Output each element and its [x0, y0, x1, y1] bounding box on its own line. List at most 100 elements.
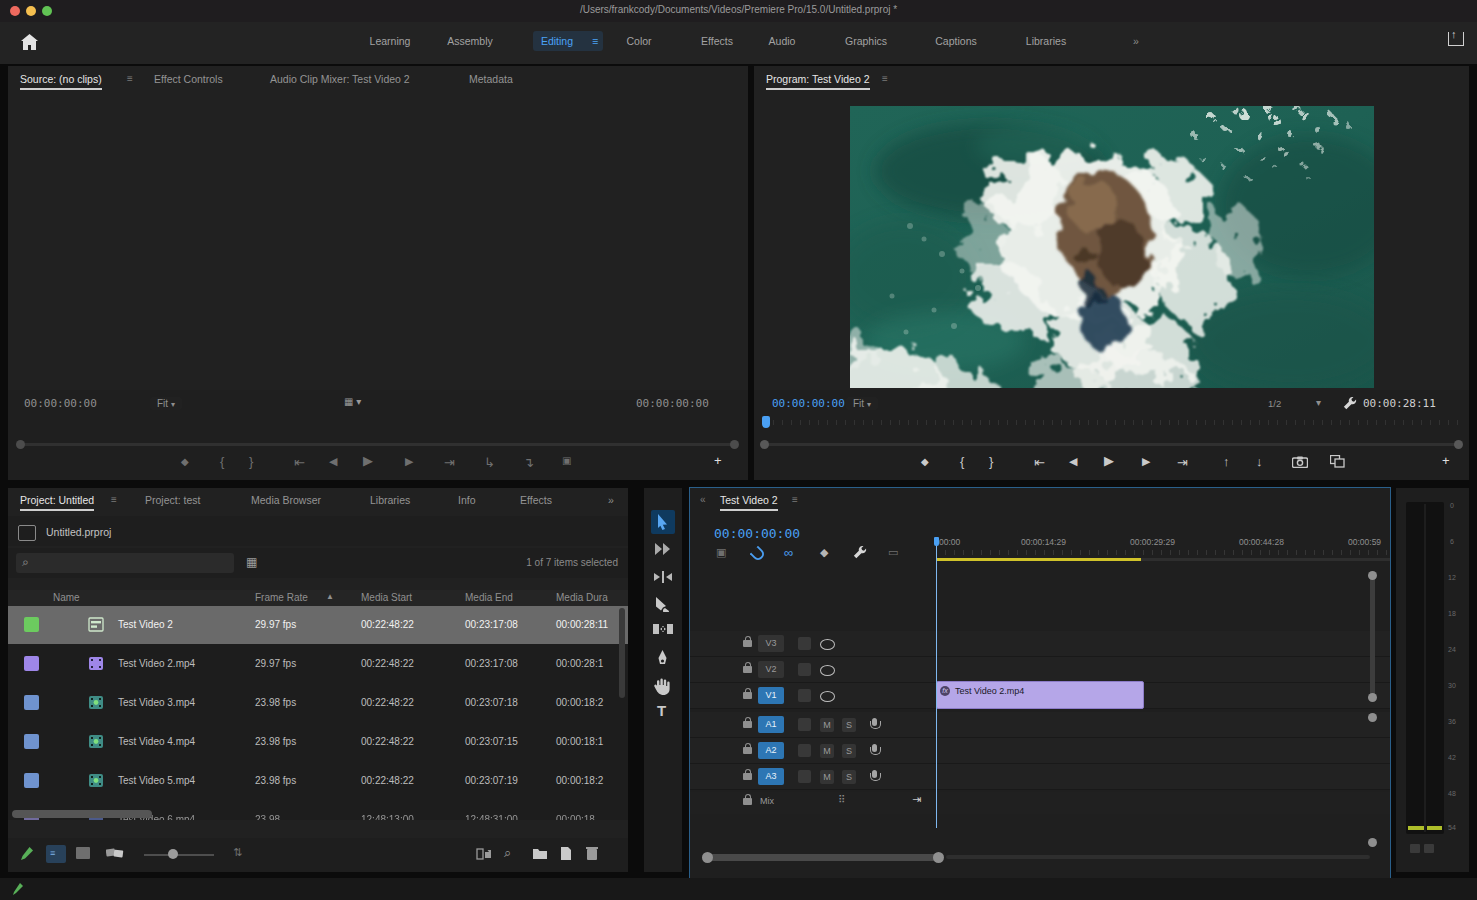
type-tool[interactable]: T: [657, 702, 666, 719]
program-mark-out-button[interactable]: }: [989, 454, 993, 469]
timeline-vscroll-handle-top[interactable]: [1368, 571, 1377, 580]
source-resolution-select[interactable]: ▦ ▾: [344, 396, 361, 407]
workspace-tab-graphics[interactable]: Graphics: [845, 35, 887, 47]
bin-path[interactable]: Untitled.prproj: [46, 526, 111, 538]
slip-tool[interactable]: [651, 622, 675, 636]
source-add-marker-button[interactable]: ◆: [181, 456, 189, 467]
a3-lock-icon[interactable]: [743, 773, 752, 780]
media-row[interactable]: Test Video 2.mp4 29.97 fps 00:22:48:22 0…: [8, 645, 628, 683]
source-zoom-handle-right[interactable]: [730, 440, 739, 449]
column-media-start[interactable]: Media Start: [361, 592, 412, 603]
project-tabs-overflow-icon[interactable]: »: [608, 494, 614, 506]
source-insert-button[interactable]: ↳: [484, 455, 495, 470]
a1-lock-icon[interactable]: [743, 721, 752, 728]
audio-track-a2-lane[interactable]: [690, 738, 1390, 764]
program-add-marker-button[interactable]: ◆: [921, 456, 929, 467]
a2-lock-icon[interactable]: [743, 747, 752, 754]
automate-to-sequence-button[interactable]: [476, 847, 492, 861]
a1-target-button[interactable]: A1: [758, 716, 784, 733]
media-row[interactable]: Test Video 5.mp4 23.98 fps 00:22:48:22 0…: [8, 762, 628, 800]
tab-audio-clip-mixer[interactable]: Audio Clip Mixer: Test Video 2: [270, 73, 410, 85]
ripple-edit-tool[interactable]: [653, 569, 673, 585]
column-media-duration[interactable]: Media Dura: [556, 592, 608, 603]
workspace-tab-libraries[interactable]: Libraries: [1026, 35, 1066, 47]
source-button-editor[interactable]: +: [714, 453, 722, 468]
source-step-forward-button[interactable]: ▶: [405, 455, 413, 468]
program-playhead-marker[interactable]: [762, 416, 770, 428]
go-to-end-icon[interactable]: ⇥: [912, 793, 921, 806]
timeline-vscroll-handle-bottom[interactable]: [1368, 693, 1377, 702]
program-mark-in-button[interactable]: {: [960, 454, 964, 469]
a3-solo-button[interactable]: S: [842, 770, 856, 784]
tab-program[interactable]: Program: Test Video 2: [766, 73, 870, 90]
v2-target-button[interactable]: V2: [758, 661, 784, 678]
sort-ascending-icon[interactable]: ▲: [326, 592, 334, 601]
sort-icons-button[interactable]: ⇅: [233, 846, 242, 859]
source-play-button[interactable]: ▶: [363, 453, 373, 468]
program-go-to-out-button[interactable]: ⇥: [1177, 455, 1188, 470]
source-export-frame-button[interactable]: ▣: [562, 455, 571, 466]
program-extract-button[interactable]: ↓: [1256, 454, 1263, 469]
program-zoom-handle-right[interactable]: [1454, 440, 1463, 449]
audio-track-a3-lane[interactable]: [690, 764, 1390, 790]
source-zoom-select[interactable]: Fit ▾: [150, 397, 182, 410]
hand-tool[interactable]: [653, 678, 671, 695]
tab-info[interactable]: Info: [458, 494, 476, 506]
source-go-to-in-button[interactable]: ⇤: [294, 455, 305, 470]
a3-target-button[interactable]: A3: [758, 768, 784, 785]
timeline-panel-menu-icon[interactable]: ≡: [792, 494, 798, 505]
program-step-back-button[interactable]: ◀: [1069, 455, 1077, 468]
program-lift-button[interactable]: ↑: [1223, 454, 1230, 469]
workspace-tab-captions[interactable]: Captions: [935, 35, 976, 47]
workspace-tab-audio[interactable]: Audio: [769, 35, 796, 47]
program-position-timecode[interactable]: 00:00:00:00: [772, 397, 845, 410]
tab-project-untitled[interactable]: Project: Untitled: [20, 494, 94, 511]
label-chip[interactable]: [24, 656, 39, 671]
v2-toggle-output-icon[interactable]: [820, 665, 835, 676]
source-mark-in-button[interactable]: {: [220, 454, 224, 469]
a1-mute-button[interactable]: M: [820, 718, 834, 732]
program-resolution-select[interactable]: 1/2: [1268, 398, 1281, 409]
snap-toggle[interactable]: [750, 546, 767, 563]
master-meter-icon[interactable]: ⠿: [838, 794, 845, 805]
tab-source[interactable]: Source: (no clips): [20, 73, 102, 90]
label-chip[interactable]: [24, 773, 39, 788]
video-track-v2-lane[interactable]: [690, 657, 1390, 683]
timeline-clip[interactable]: fx Test Video 2.mp4: [936, 681, 1144, 709]
project-writable-icon[interactable]: [20, 846, 34, 862]
program-button-editor[interactable]: +: [1442, 453, 1450, 468]
video-track-v3-lane[interactable]: [690, 631, 1390, 657]
a3-sync-lock[interactable]: [798, 770, 811, 783]
tab-timeline-sequence[interactable]: Test Video 2: [720, 494, 778, 511]
captions-toggle[interactable]: ▭: [888, 546, 898, 559]
media-row[interactable]: Test Video 4.mp4 23.98 fps 00:22:48:22 0…: [8, 723, 628, 761]
media-row[interactable]: Test Video 3.mp4 23.98 fps 00:22:48:22 0…: [8, 684, 628, 722]
new-bin-button[interactable]: [532, 847, 548, 860]
program-resolution-dropdown-icon[interactable]: ▾: [1316, 397, 1321, 408]
project-list-vscrollbar[interactable]: [619, 608, 625, 698]
a1-solo-button[interactable]: S: [842, 718, 856, 732]
find-button[interactable]: ⌕: [504, 845, 511, 861]
timeline-vscroll-handle-audio[interactable]: [1368, 713, 1377, 722]
search-input[interactable]: ⌕: [16, 553, 234, 573]
add-marker-button[interactable]: ◆: [820, 546, 828, 559]
timeline-hscroll-track[interactable]: [946, 855, 1370, 859]
home-icon[interactable]: [21, 34, 38, 50]
media-row-selected[interactable]: Test Video 2 29.97 fps 00:22:48:22 00:23…: [8, 606, 628, 644]
timeline-ruler[interactable]: 00:00 00:00:14:29 00:00:29:29 00:00:44:2…: [936, 534, 1390, 556]
master-track-lane[interactable]: [690, 792, 1390, 814]
program-panel-menu-icon[interactable]: ≡: [882, 73, 888, 84]
v1-lock-icon[interactable]: [743, 692, 752, 699]
column-frame-rate[interactable]: Frame Rate: [255, 592, 308, 603]
a3-voiceover-icon[interactable]: [872, 770, 877, 778]
source-position-timecode[interactable]: 00:00:00:00: [24, 397, 97, 410]
label-chip[interactable]: [24, 695, 39, 710]
program-zoom-select[interactable]: Fit ▾: [846, 397, 878, 410]
workspace-tab-learning[interactable]: Learning: [370, 35, 411, 47]
bin-icon[interactable]: [18, 525, 36, 541]
zoom-slider-handle[interactable]: [168, 849, 178, 859]
v3-sync-lock[interactable]: [798, 637, 811, 650]
timeline-vscroll-handle-end[interactable]: [1368, 838, 1377, 847]
v1-toggle-output-icon[interactable]: [820, 691, 835, 702]
timeline-hscroll-handle-right[interactable]: [933, 852, 944, 863]
